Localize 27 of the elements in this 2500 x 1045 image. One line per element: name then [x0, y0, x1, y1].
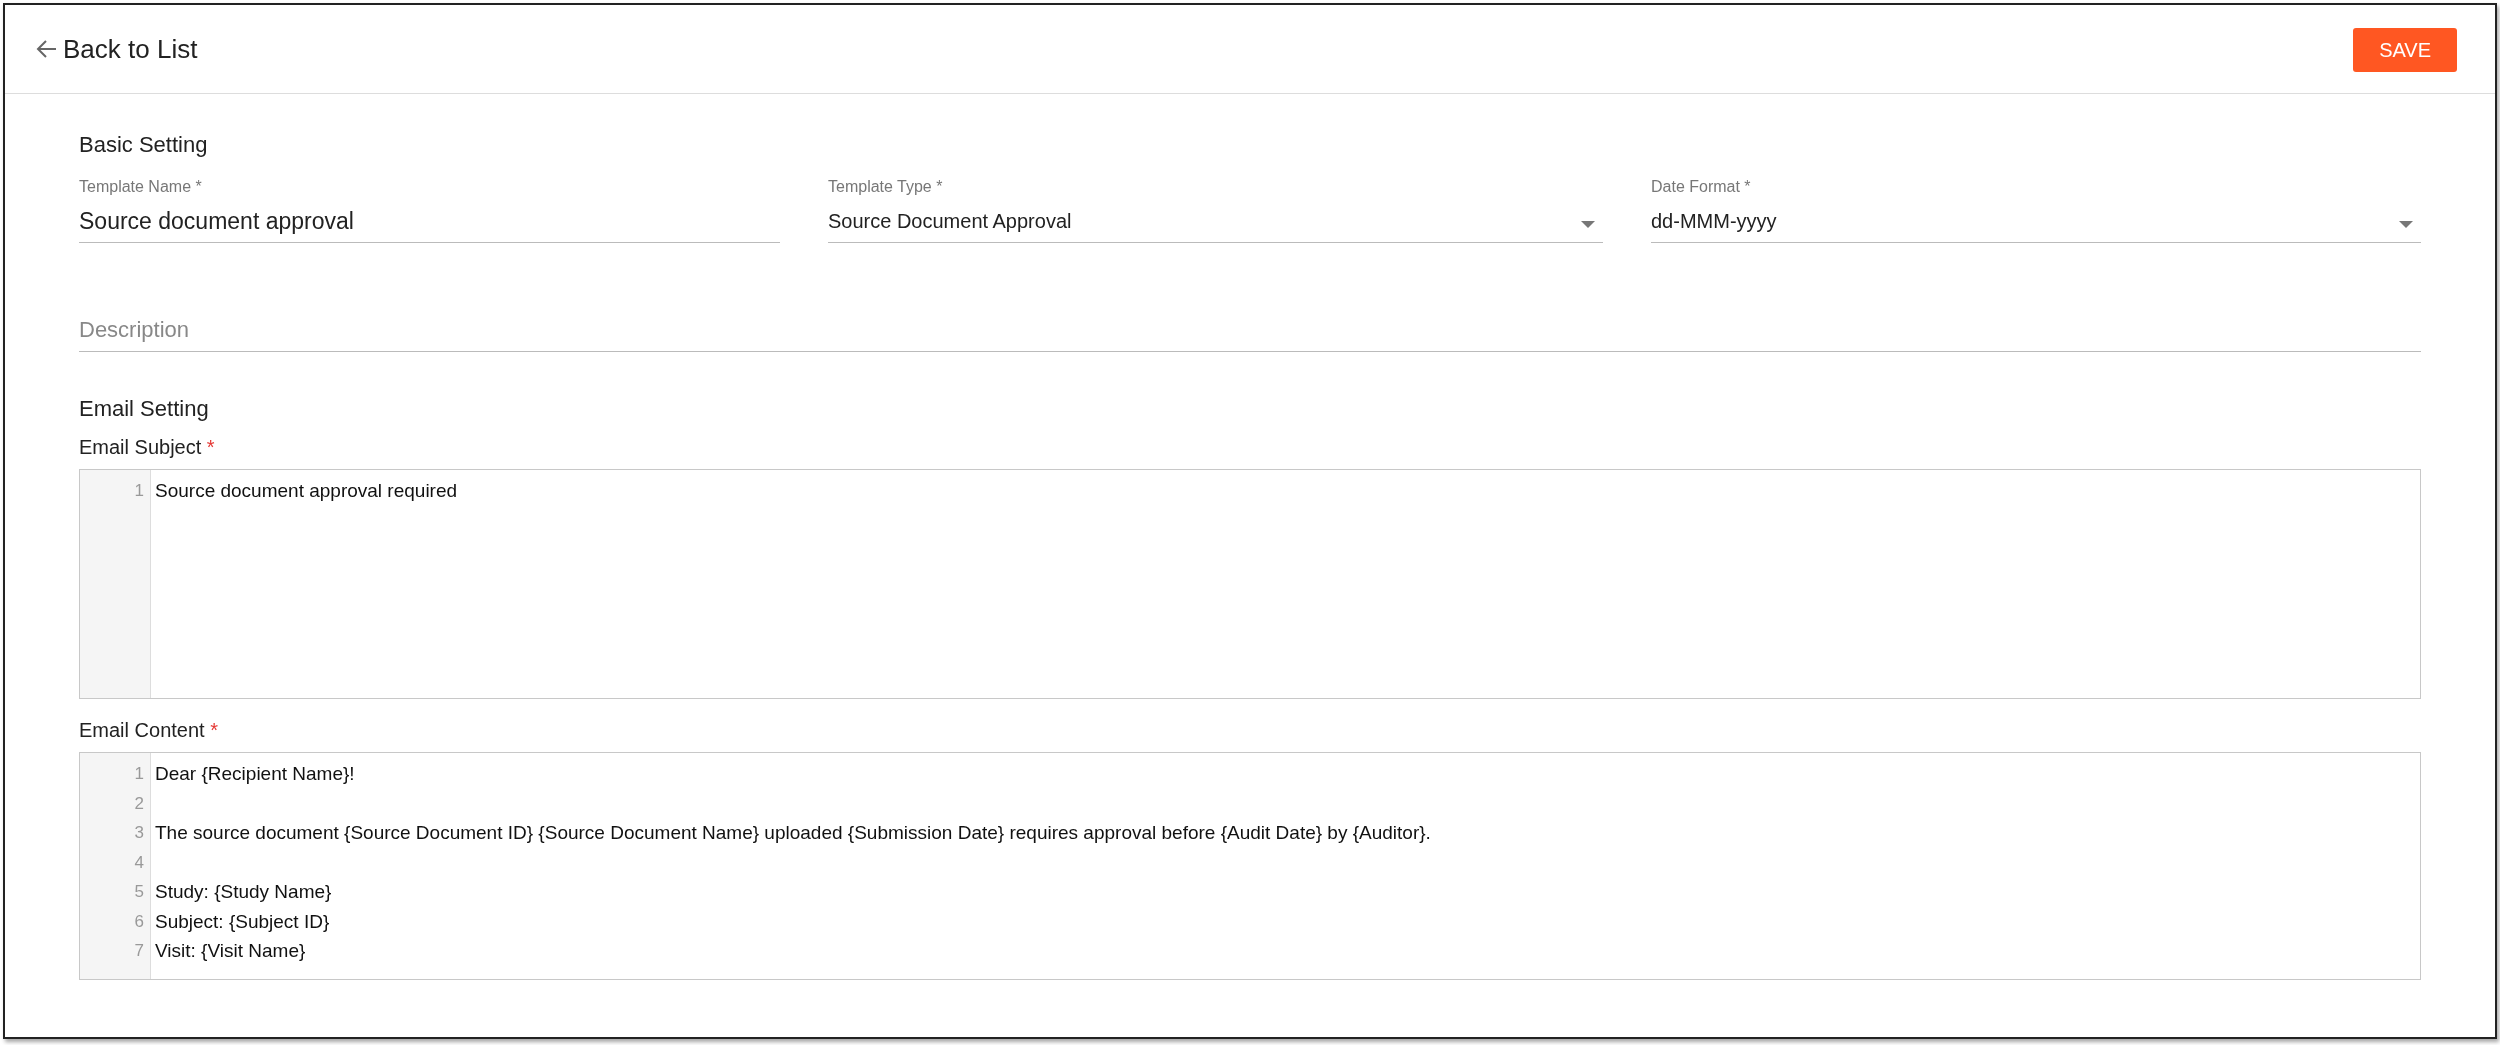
- line-number: 7: [133, 940, 145, 962]
- select-field[interactable]: Date Format * dd-MMM-yyyy: [1651, 178, 2421, 243]
- editor-line: The source document {Source Document ID} {Source Document Name} uploaded {Submission Date} requires approval before {Audit Date} by {Auditor}.: [155, 821, 1432, 845]
- input-field[interactable]: Template Name * Source document approval: [79, 178, 780, 243]
- dropdown-caret-icon: [2399, 221, 2413, 228]
- section-title: Email Setting: [79, 396, 210, 422]
- line-number: 5: [133, 881, 145, 903]
- editor-line: Dear {Recipient Name}!: [155, 762, 356, 786]
- editor-label: Email Subject *: [79, 436, 215, 459]
- editor-label: Email Content *: [79, 719, 218, 742]
- description-field[interactable]: Description: [79, 315, 2421, 352]
- select-field[interactable]: Template Type * Source Document Approval: [828, 178, 1603, 243]
- editor-line: Study: {Study Name}: [155, 880, 333, 904]
- editor-line: Visit: {Visit Name}: [155, 939, 307, 963]
- line-number: 4: [133, 851, 145, 874]
- line-number: 1: [133, 763, 145, 785]
- line-number: 6: [133, 910, 145, 933]
- dropdown-caret-icon: [1581, 221, 1595, 228]
- line-number: 1: [133, 480, 145, 502]
- code-editor[interactable]: 1 Source document approval required: [79, 469, 2421, 699]
- code-editor[interactable]: [79, 752, 2421, 980]
- section-title: Basic Setting: [79, 132, 209, 158]
- line-number: 3: [133, 822, 145, 844]
- editor-line: Source document approval required: [155, 479, 459, 503]
- editor-line: Subject: {Subject ID}: [155, 909, 331, 934]
- back-link[interactable]: Back to List: [35, 33, 198, 65]
- line-number: 2: [133, 792, 145, 815]
